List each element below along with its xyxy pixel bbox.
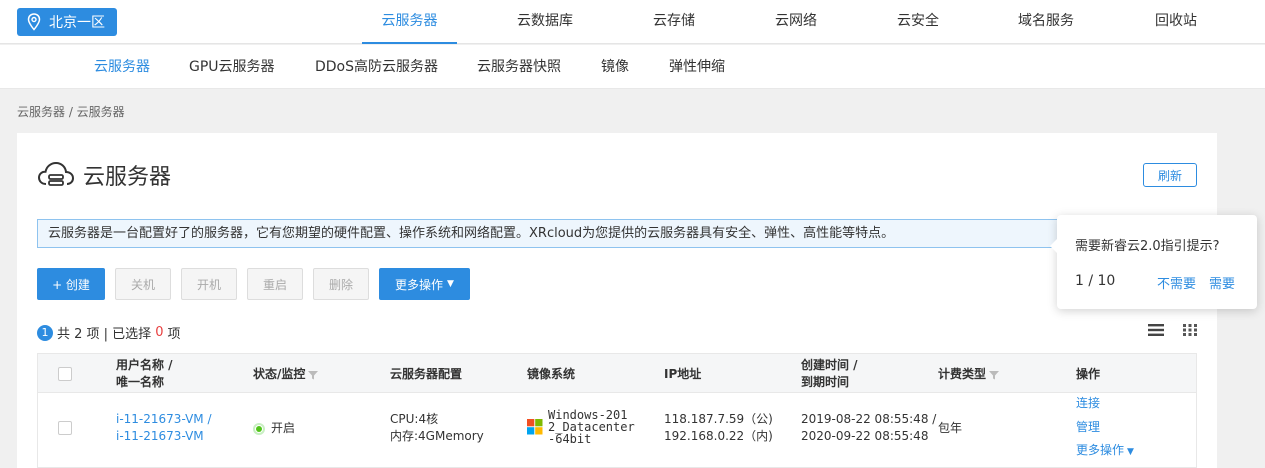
guide-accept-link[interactable]: 需要 xyxy=(1209,273,1235,292)
connect-link[interactable]: 连接 xyxy=(1076,395,1134,419)
page-title-text: 云服务器 xyxy=(83,165,172,190)
region-label: 北京一区 xyxy=(49,15,105,31)
header-ip: IP地址 xyxy=(664,367,702,381)
restart-button[interactable]: 重启 xyxy=(247,268,303,300)
windows-logo-icon xyxy=(527,419,543,435)
header-image: 镜像系统 xyxy=(527,367,576,381)
header-time: 创建时间 / 到期时间 xyxy=(801,357,858,391)
header-status-label: 状态/监控 xyxy=(253,367,306,381)
delete-button[interactable]: 删除 xyxy=(313,268,369,300)
status-cell: 开启 xyxy=(253,420,295,437)
billing-type: 包年 xyxy=(938,421,963,435)
table-header: 用户名称 / 唯一名称 状态/监控 云服务器配置 镜像系统 IP地址 创建时间 … xyxy=(37,353,1197,393)
header-name: 用户名称 / 唯一名称 xyxy=(116,357,173,391)
nav-domain-service[interactable]: 域名服务 xyxy=(1004,0,1088,44)
server-user-name[interactable]: i-11-21673-VM / xyxy=(116,411,211,428)
caret-down-icon: ▼ xyxy=(1127,447,1134,457)
list-view-icon[interactable] xyxy=(1148,323,1164,337)
more-actions-button[interactable]: 更多操作 ▼ xyxy=(379,268,470,300)
server-unique-name[interactable]: i-11-21673-VM xyxy=(116,428,211,445)
select-all-checkbox[interactable] xyxy=(58,367,72,381)
header-config: 云服务器配置 xyxy=(390,367,463,381)
cloud-server-icon xyxy=(37,161,75,186)
total-count-text: 共 2 项 | 已选择 xyxy=(57,327,152,342)
public-ip: 118.187.7.59（公) xyxy=(664,412,773,426)
main-card: 云服务器 刷新 云服务器是一台配置好了的服务器，它有您期望的硬件配置、操作系统和… xyxy=(17,133,1217,468)
subnav-cloud-server[interactable]: 云服务器 xyxy=(94,45,150,89)
subnav-image[interactable]: 镜像 xyxy=(601,45,629,89)
filter-icon[interactable] xyxy=(308,370,319,380)
subnav-snapshot[interactable]: 云服务器快照 xyxy=(477,45,561,89)
guide-question: 需要新睿云2.0指引提示? xyxy=(1075,239,1220,254)
header-billing-label: 计费类型 xyxy=(938,367,987,381)
guide-decline-link[interactable]: 不需要 xyxy=(1157,273,1196,292)
header-ops: 操作 xyxy=(1076,367,1101,381)
row-more-actions[interactable]: 更多操作 ▼ xyxy=(1076,442,1134,461)
count-badge: 1 xyxy=(37,324,53,341)
table-row: i-11-21673-VM / i-11-21673-VM 开启 CPU:4核 … xyxy=(37,393,1197,468)
create-button[interactable]: + 创建 xyxy=(37,268,105,300)
subnav-gpu-server[interactable]: GPU云服务器 xyxy=(189,45,275,89)
selected-count: 0 xyxy=(155,325,164,340)
ip-cell: 118.187.7.59（公) 192.168.0.22（内) xyxy=(664,411,773,445)
server-table: 用户名称 / 唯一名称 状态/监控 云服务器配置 镜像系统 IP地址 创建时间 … xyxy=(37,353,1197,468)
region-selector[interactable]: 北京一区 xyxy=(17,8,117,36)
status-on-icon xyxy=(253,422,265,435)
ops-cell: 连接 管理 更多操作 ▼ xyxy=(1076,395,1134,461)
guide-popover: 需要新睿云2.0指引提示? 1 / 10 不需要 需要 xyxy=(1050,215,1257,309)
breadcrumb: 云服务器 / 云服务器 xyxy=(17,105,125,119)
nav-cloud-database[interactable]: 云数据库 xyxy=(500,0,590,44)
cpu-config: CPU:4核 xyxy=(390,412,439,426)
row-more-actions-label: 更多操作 xyxy=(1076,443,1125,457)
caret-down-icon: ▼ xyxy=(447,279,454,289)
page-title: 云服务器 xyxy=(37,159,171,191)
memory-config: 内存:4GMemory xyxy=(390,429,484,443)
more-actions-label: 更多操作 xyxy=(395,277,444,292)
shutdown-button[interactable]: 关机 xyxy=(115,268,171,300)
created-time: 2019-08-22 08:55:48 / xyxy=(801,412,937,426)
header-time-line2: 到期时间 xyxy=(801,375,850,389)
info-notice: 云服务器是一台配置好了的服务器，它有您期望的硬件配置、操作系统和网络配置。XRc… xyxy=(37,219,1197,248)
header-status: 状态/监控 xyxy=(253,366,319,383)
os-line3: -64bit xyxy=(548,432,592,446)
header-billing: 计费类型 xyxy=(938,366,1000,383)
subnav-ddos-server[interactable]: DDoS高防云服务器 xyxy=(315,45,438,89)
location-pin-icon xyxy=(27,13,41,31)
nav-cloud-security[interactable]: 云安全 xyxy=(878,0,958,44)
sub-nav: 云服务器 GPU云服务器 DDoS高防云服务器 云服务器快照 镜像 弹性伸缩 xyxy=(0,45,1265,89)
nav-cloud-network[interactable]: 云网络 xyxy=(756,0,836,44)
row-checkbox[interactable] xyxy=(58,421,72,435)
header-name-line1: 用户名称 / xyxy=(116,358,173,372)
config-cell: CPU:4核 内存:4GMemory xyxy=(390,411,484,445)
guide-page-indicator: 1 / 10 xyxy=(1075,273,1116,289)
private-ip: 192.168.0.22（内) xyxy=(664,429,773,443)
manage-link[interactable]: 管理 xyxy=(1076,419,1134,442)
start-button[interactable]: 开机 xyxy=(181,268,237,300)
refresh-button[interactable]: 刷新 xyxy=(1143,163,1197,187)
count-suffix: 项 xyxy=(167,327,181,342)
filter-icon[interactable] xyxy=(989,370,1000,380)
server-name[interactable]: i-11-21673-VM / i-11-21673-VM xyxy=(116,411,211,445)
nav-cloud-storage[interactable]: 云存储 xyxy=(634,0,714,44)
image-cell: Windows-201 2_Datacenter -64bit xyxy=(527,409,635,445)
header-time-line1: 创建时间 / xyxy=(801,358,858,372)
selection-summary: 1 共 2 项 | 已选择 0 项 xyxy=(37,323,180,342)
grid-view-icon[interactable] xyxy=(1183,323,1197,337)
expire-time: 2020-09-22 08:55:48 xyxy=(801,429,929,443)
time-cell: 2019-08-22 08:55:48 / 2020-09-22 08:55:4… xyxy=(801,411,936,445)
top-nav: 北京一区 云服务器 云数据库 云存储 云网络 云安全 域名服务 回收站 xyxy=(0,0,1265,44)
nav-recycle-bin[interactable]: 回收站 xyxy=(1136,0,1216,44)
subnav-autoscaling[interactable]: 弹性伸缩 xyxy=(669,45,725,89)
status-text: 开启 xyxy=(271,421,296,435)
os-name: Windows-201 2_Datacenter -64bit xyxy=(548,409,635,445)
nav-cloud-server[interactable]: 云服务器 xyxy=(362,0,457,44)
header-name-line2: 唯一名称 xyxy=(116,375,165,389)
